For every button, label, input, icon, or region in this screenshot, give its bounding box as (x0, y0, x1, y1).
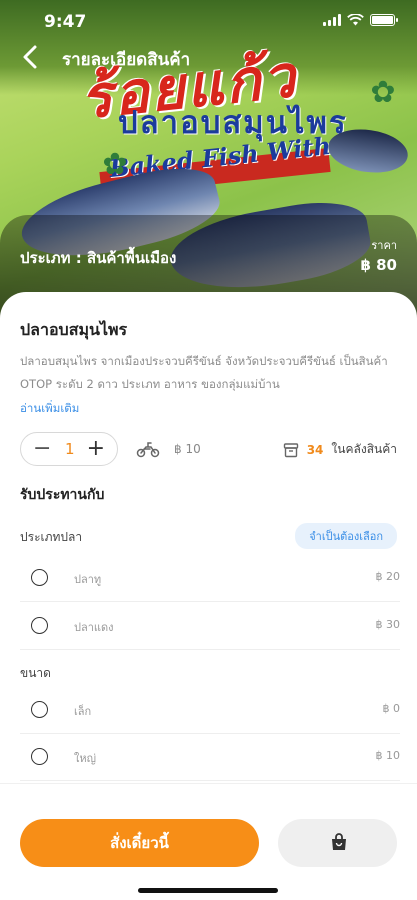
option-group-header: ประเภทปลา จำเป็นต้องเลือก (0, 514, 417, 558)
read-more-link[interactable]: อ่านเพิ่มเติม (20, 400, 79, 418)
warehouse-box-icon (283, 442, 298, 457)
page-title: รายละเอียดสินค้า (62, 50, 191, 70)
option-item[interactable]: ปลาแดง ฿ 30 (20, 604, 400, 650)
flower-icon: ✿ (370, 75, 396, 110)
radio-button[interactable] (31, 748, 48, 765)
price-label: ราคา (371, 239, 397, 252)
home-indicator (138, 888, 278, 893)
option-group-label: ขนาด (20, 666, 51, 680)
status-icons (323, 14, 398, 26)
option-price: ฿ 10 (375, 749, 401, 762)
product-name: ปลาอบสมุนไพร (20, 320, 128, 339)
motorcycle-icon (136, 442, 160, 458)
product-description: ปลาอบสมุนไพร จากเมืองประจวบคีรีขันธ์ จัง… (20, 354, 388, 391)
option-name: เล็ก (74, 705, 92, 718)
add-to-cart-button[interactable] (278, 819, 397, 867)
order-now-button[interactable]: สั่งเดี๋ยวนี้ (20, 819, 259, 867)
battery-icon (370, 14, 398, 26)
shopping-bag-icon (332, 833, 346, 850)
stock-info: 34 ในคลังสินค้า (283, 440, 397, 459)
option-name: ปลาทู (74, 573, 102, 586)
option-group-label: ประเภทปลา (20, 530, 83, 544)
back-button[interactable] (22, 44, 46, 72)
category-price-band: ประเภท : สินค้าพื้นเมือง ราคา ฿ 80 (0, 230, 417, 290)
delivery-fee: ฿ 10 (136, 440, 201, 458)
stock-label: ในคลังสินค้า (331, 442, 397, 456)
quantity-value: 1 (65, 440, 75, 458)
required-badge: จำเป็นต้องเลือก (295, 523, 397, 549)
bottom-action-bar: สั่งเดี๋ยวนี้ (0, 783, 417, 900)
option-item[interactable]: ปลาทู ฿ 20 (20, 556, 400, 602)
status-time: 9:47 (44, 12, 87, 32)
option-item[interactable]: เล็ก ฿ 0 (20, 688, 400, 734)
option-price: ฿ 0 (382, 702, 401, 715)
product-price: ฿ 80 (360, 256, 397, 274)
stock-count: 34 (306, 442, 324, 457)
option-item[interactable]: ใหญ่ ฿ 10 (20, 735, 400, 781)
status-bar: 9:47 (0, 0, 417, 44)
option-price: ฿ 30 (375, 618, 401, 631)
radio-button[interactable] (31, 569, 48, 586)
options-section-title: รับประทานกับ (20, 487, 105, 503)
product-category: ประเภท : สินค้าพื้นเมือง (20, 249, 177, 267)
delivery-fee-value: ฿ 10 (174, 442, 201, 456)
increase-button[interactable]: + (87, 436, 105, 462)
option-name: ใหญ่ (74, 752, 96, 765)
radio-button[interactable] (31, 701, 48, 718)
decrease-button[interactable]: − (33, 436, 51, 462)
flower-icon: ✿ (102, 147, 128, 182)
navigation-bar: รายละเอียดสินค้า (0, 40, 417, 76)
option-name: ปลาแดง (74, 621, 114, 634)
wifi-icon (347, 14, 364, 26)
chevron-left-icon (23, 45, 37, 69)
option-price: ฿ 20 (375, 570, 401, 583)
quantity-stepper: − 1 + (20, 432, 118, 466)
signal-icon (323, 14, 341, 26)
radio-button[interactable] (31, 617, 48, 634)
